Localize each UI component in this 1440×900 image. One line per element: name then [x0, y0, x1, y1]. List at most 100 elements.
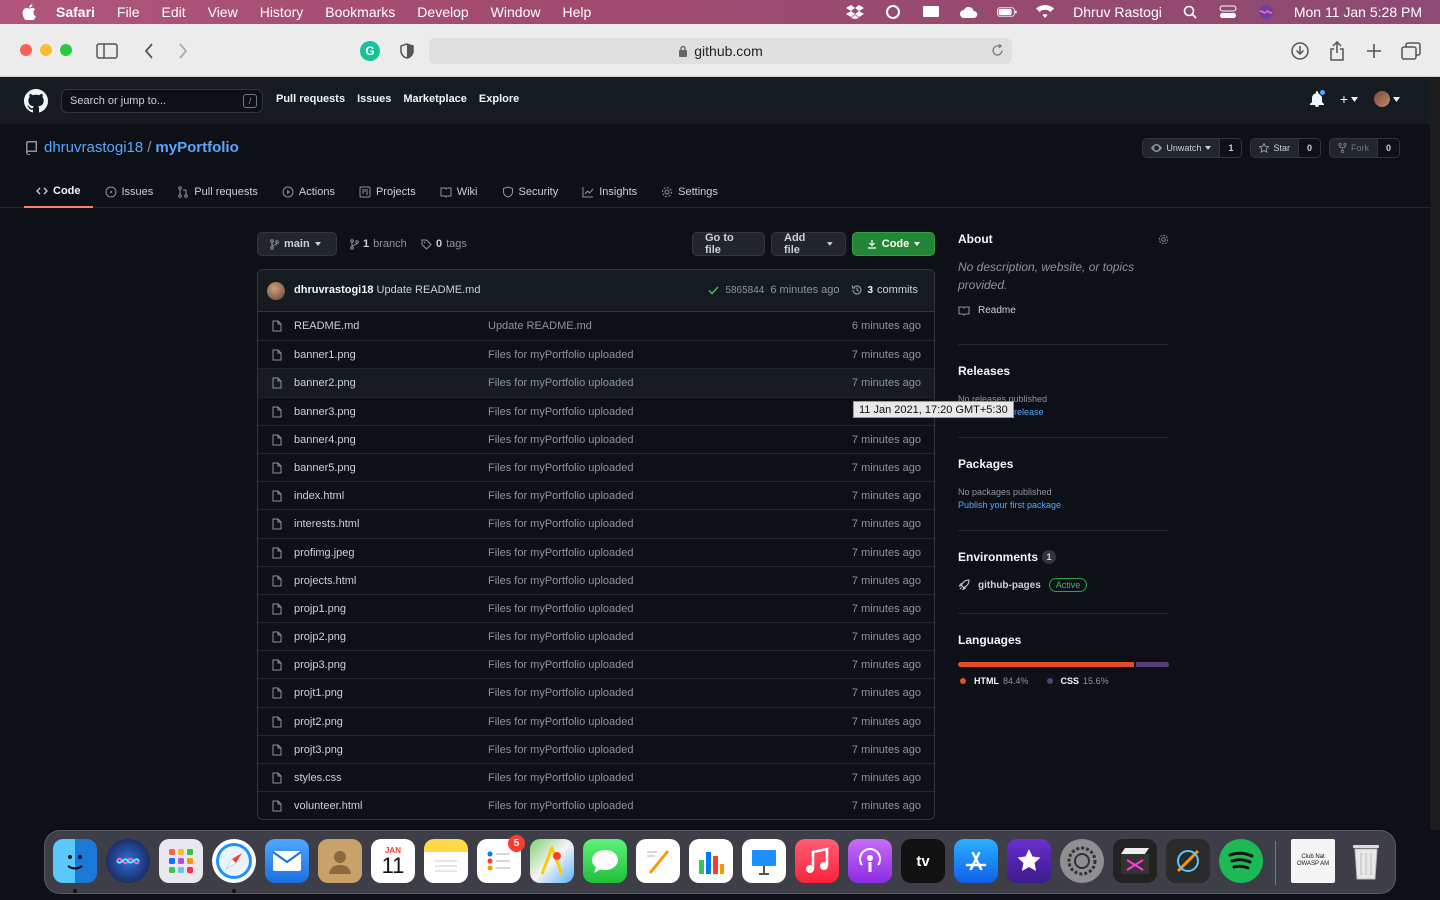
- menu-bookmarks[interactable]: Bookmarks: [325, 4, 395, 20]
- file-commit-message-link[interactable]: Files for myPortfolio uploaded: [488, 377, 634, 389]
- control-center-icon[interactable]: [1218, 5, 1238, 19]
- file-name-link[interactable]: projt2.png: [294, 716, 343, 728]
- commit-message-link[interactable]: Update README.md: [377, 284, 481, 296]
- dock-notes-icon[interactable]: [424, 839, 468, 883]
- file-name-link[interactable]: banner2.png: [294, 377, 356, 389]
- creative-cloud-icon[interactable]: [883, 5, 903, 19]
- unwatch-button[interactable]: Unwatch: [1143, 139, 1220, 157]
- menu-view[interactable]: View: [208, 4, 238, 20]
- file-name-link[interactable]: banner3.png: [294, 406, 356, 418]
- dock-final-cut-icon[interactable]: [1113, 839, 1157, 883]
- grammarly-extension-icon[interactable]: G: [360, 41, 380, 61]
- environment-item[interactable]: github-pages Active: [958, 578, 1169, 592]
- avatar[interactable]: [267, 282, 285, 300]
- nav-pull-requests[interactable]: Pull requests: [276, 93, 345, 105]
- stars-count[interactable]: 0: [1297, 139, 1320, 157]
- file-commit-message-link[interactable]: Files for myPortfolio uploaded: [488, 659, 634, 671]
- dock-keynote-icon[interactable]: [742, 839, 786, 883]
- file-row[interactable]: banner3.png Files for myPortfolio uploade…: [258, 396, 934, 425]
- siri-icon[interactable]: [1256, 5, 1276, 19]
- menu-edit[interactable]: Edit: [161, 4, 185, 20]
- dock-spotify-icon[interactable]: [1219, 839, 1263, 883]
- language-item-html[interactable]: HTML 84.4%: [960, 676, 1029, 686]
- file-commit-message-link[interactable]: Files for myPortfolio uploaded: [488, 716, 634, 728]
- repo-name-link[interactable]: myPortfolio: [155, 139, 238, 156]
- file-row[interactable]: README.md Update README.md 6 minutes ago: [258, 312, 934, 340]
- dock-contacts-icon[interactable]: [318, 839, 362, 883]
- file-commit-message-link[interactable]: Files for myPortfolio uploaded: [488, 462, 634, 474]
- tab-issues[interactable]: Issues: [93, 176, 166, 208]
- privacy-shield-icon[interactable]: [396, 40, 418, 62]
- downloads-icon[interactable]: [1289, 40, 1311, 62]
- dock-system-preferences-icon[interactable]: [1060, 839, 1104, 883]
- code-download-button[interactable]: Code: [852, 232, 935, 256]
- dock-podcasts-icon[interactable]: [848, 839, 892, 883]
- packages-heading[interactable]: Packages: [958, 457, 1169, 471]
- file-name-link[interactable]: profimg.jpeg: [294, 547, 355, 559]
- forks-count[interactable]: 0: [1376, 139, 1399, 157]
- spotlight-search-icon[interactable]: [1180, 5, 1200, 19]
- back-icon[interactable]: [138, 40, 160, 62]
- file-row[interactable]: interests.html Files for myPortfolio uplo…: [258, 509, 934, 537]
- releases-heading[interactable]: Releases: [958, 364, 1169, 378]
- file-row[interactable]: projp2.png Files for myPortfolio uploaded…: [258, 622, 934, 650]
- language-item-css[interactable]: CSS 15.6%: [1046, 676, 1109, 686]
- dock-messages-icon[interactable]: [583, 839, 627, 883]
- dock-appletv-icon[interactable]: tv: [901, 839, 945, 883]
- tab-overview-icon[interactable]: [1400, 40, 1422, 62]
- file-row[interactable]: banner5.png Files for myPortfolio uploade…: [258, 452, 934, 481]
- add-file-button[interactable]: Add file: [771, 232, 846, 256]
- menu-history[interactable]: History: [260, 4, 304, 20]
- file-commit-message-link[interactable]: Files for myPortfolio uploaded: [488, 406, 634, 418]
- tab-insights[interactable]: Insights: [570, 176, 649, 208]
- file-commit-message-link[interactable]: Files for myPortfolio uploaded: [488, 687, 634, 699]
- file-commit-message-link[interactable]: Files for myPortfolio uploaded: [488, 518, 634, 530]
- file-row[interactable]: projects.html Files for myPortfolio uploa…: [258, 565, 934, 594]
- address-bar[interactable]: github.com: [429, 38, 1012, 64]
- dock-numbers-icon[interactable]: [689, 839, 733, 883]
- menu-develop[interactable]: Develop: [417, 4, 468, 20]
- file-row[interactable]: projp1.png Files for myPortfolio uploaded…: [258, 593, 934, 622]
- repo-owner-link[interactable]: dhruvrastogi18: [44, 139, 143, 156]
- gear-icon[interactable]: [1158, 234, 1169, 245]
- file-commit-message-link[interactable]: Files for myPortfolio uploaded: [488, 603, 634, 615]
- tab-code[interactable]: Code: [24, 176, 93, 208]
- commits-history-link[interactable]: 3 commits: [851, 284, 918, 296]
- file-commit-message-link[interactable]: Files for myPortfolio uploaded: [488, 631, 634, 643]
- file-name-link[interactable]: index.html: [294, 490, 344, 502]
- apple-menu-icon[interactable]: [20, 3, 38, 21]
- dock-instruments-icon[interactable]: [1166, 839, 1210, 883]
- menu-help[interactable]: Help: [562, 4, 591, 20]
- file-name-link[interactable]: interests.html: [294, 518, 359, 530]
- tab-security[interactable]: Security: [490, 176, 571, 208]
- sidebar-toggle-icon[interactable]: [96, 40, 118, 62]
- menu-file[interactable]: File: [117, 4, 140, 20]
- menu-user-name[interactable]: Dhruv Rastogi: [1073, 4, 1162, 20]
- dock-trash-icon[interactable]: [1344, 839, 1388, 883]
- nav-issues[interactable]: Issues: [357, 93, 391, 105]
- tags-link[interactable]: 0 tags: [421, 238, 467, 250]
- page-scrollbar[interactable]: [1430, 77, 1440, 830]
- commit-author-link[interactable]: dhruvrastogi18: [294, 284, 373, 296]
- close-window-button[interactable]: [20, 44, 32, 56]
- readme-link[interactable]: Readme: [958, 305, 1169, 316]
- file-row[interactable]: banner1.png Files for myPortfolio uploade…: [258, 340, 934, 368]
- reload-icon[interactable]: [991, 44, 1004, 57]
- file-commit-message-link[interactable]: Files for myPortfolio uploaded: [488, 800, 634, 812]
- file-row[interactable]: projt1.png Files for myPortfolio uploaded…: [258, 678, 934, 706]
- file-row[interactable]: projp3.png Files for myPortfolio uploaded…: [258, 650, 934, 678]
- nav-marketplace[interactable]: Marketplace: [403, 93, 467, 105]
- dock-safari-icon[interactable]: [212, 839, 256, 883]
- dock-mail-icon[interactable]: [265, 839, 309, 883]
- battery-icon[interactable]: [997, 5, 1017, 19]
- file-name-link[interactable]: projp2.png: [294, 631, 346, 643]
- dock-finder-icon[interactable]: [53, 839, 97, 883]
- file-row[interactable]: volunteer.html Files for myPortfolio uplo…: [258, 791, 934, 819]
- file-name-link[interactable]: projt1.png: [294, 687, 343, 699]
- dock-siri-icon[interactable]: [106, 839, 150, 883]
- file-name-link[interactable]: styles.css: [294, 772, 342, 784]
- file-commit-message-link[interactable]: Files for myPortfolio uploaded: [488, 772, 634, 784]
- file-row[interactable]: projt2.png Files for myPortfolio uploaded…: [258, 706, 934, 735]
- nav-explore[interactable]: Explore: [479, 93, 519, 105]
- share-icon[interactable]: [1326, 40, 1348, 62]
